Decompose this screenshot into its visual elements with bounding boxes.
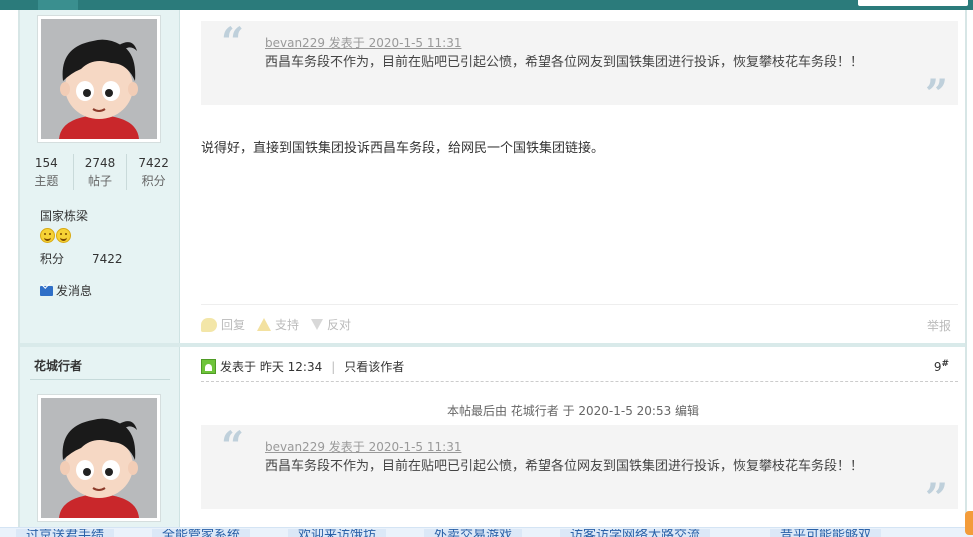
post-message: 说得好，直接到国铁集团投诉西昌车务段，给网民一个国铁集团链接。 bbox=[201, 141, 605, 156]
meta-separator: | bbox=[331, 359, 336, 374]
smiley-icon bbox=[40, 228, 55, 243]
thumb-down-arrow-icon bbox=[311, 319, 324, 330]
stat-threads-label: 主题 bbox=[34, 174, 59, 188]
avatar[interactable] bbox=[37, 15, 161, 143]
points-label: 积分 bbox=[40, 252, 65, 266]
cartoon-boy-avatar-icon bbox=[41, 19, 157, 139]
quote-close-icon: ” bbox=[924, 71, 948, 118]
avatar-image bbox=[41, 19, 157, 139]
floating-widget[interactable] bbox=[965, 511, 973, 535]
post-time: 发表于 昨天 12:34 bbox=[220, 360, 323, 374]
quote-block: “ bevan229 发表于 2020-1-5 11:31 西昌车务段不作为，目… bbox=[201, 423, 958, 519]
post2-content: 发表于 昨天 12:34 | 只看该作者 9# 本帖最后由 花城行者 于 202… bbox=[181, 347, 965, 530]
quote-open-icon: “ bbox=[221, 423, 245, 470]
send-message-label: 发消息 bbox=[56, 284, 93, 298]
post-actions: 回复 支持 反对 bbox=[201, 316, 351, 333]
user-rank-title[interactable]: 国家栋梁 bbox=[40, 207, 88, 224]
quote-source-link[interactable]: bevan229 发表于 2020-1-5 11:31 bbox=[265, 438, 461, 455]
stat-points-value: 7422 bbox=[138, 156, 169, 170]
quote-block: “ bevan229 发表于 2020-1-5 11:31 西昌车务段不作为，目… bbox=[201, 19, 958, 115]
top-nav-bar bbox=[0, 0, 973, 10]
bottom-link[interactable]: 外卖交易游戏 bbox=[424, 529, 523, 537]
quote-text: 西昌车务段不作为，目前在贴吧已引起公愤，希望各位网友到国铁集团进行投诉，恢复攀枝… bbox=[265, 459, 864, 474]
edit-note: 本帖最后由 花城行者 于 2020-1-5 20:53 编辑 bbox=[446, 404, 700, 418]
bottom-link[interactable]: 过京送君手绩 bbox=[16, 529, 115, 537]
only-author-link[interactable]: 只看该作者 bbox=[344, 358, 404, 375]
support-button[interactable]: 支持 bbox=[257, 316, 299, 333]
post-meta: 发表于 昨天 12:34 | 只看该作者 bbox=[201, 358, 404, 375]
author-divider bbox=[30, 379, 170, 380]
stat-threads[interactable]: 154 主题 bbox=[20, 154, 74, 190]
quote-close-icon: ” bbox=[924, 475, 948, 522]
floor-hash: # bbox=[941, 359, 949, 369]
post1-content: “ bevan229 发表于 2020-1-5 11:31 西昌车务段不作为，目… bbox=[181, 10, 965, 343]
reply-button[interactable]: 回复 bbox=[201, 316, 245, 333]
author-name[interactable]: 花城行者 bbox=[34, 357, 82, 374]
stat-posts[interactable]: 2748 帖子 bbox=[74, 154, 128, 190]
post2-author-sidebar: 花城行者 bbox=[20, 347, 180, 530]
stat-posts-value: 2748 bbox=[84, 156, 116, 170]
points-value: 7422 bbox=[92, 252, 123, 266]
oppose-label: 反对 bbox=[327, 318, 352, 332]
quote-open-icon: “ bbox=[221, 19, 245, 66]
support-label: 支持 bbox=[275, 318, 300, 332]
oppose-button[interactable]: 反对 bbox=[311, 316, 351, 333]
avatar-image bbox=[41, 398, 157, 518]
bottom-link[interactable]: 欢迎来访饿坊 bbox=[288, 529, 387, 537]
stat-threads-value: 154 bbox=[34, 156, 58, 170]
bottom-links-bar: 过京送君手绩 全能管家系统 欢迎来访饿坊 外卖交易游戏 访客访学网络大路交流 昔… bbox=[0, 527, 973, 537]
bottom-link[interactable]: 全能管家系统 bbox=[152, 529, 251, 537]
top-nav-tab bbox=[38, 0, 78, 10]
send-message-link[interactable]: 发消息 bbox=[40, 282, 92, 299]
report-link[interactable]: 举报 bbox=[927, 317, 951, 334]
quote-text: 西昌车务段不作为，目前在贴吧已引起公愤，希望各位网友到国铁集团进行投诉，恢复攀枝… bbox=[265, 55, 864, 70]
reply-label: 回复 bbox=[221, 318, 246, 332]
avatar[interactable] bbox=[37, 394, 161, 522]
thumb-up-arrow-icon bbox=[257, 318, 272, 331]
top-search-field[interactable] bbox=[858, 0, 968, 6]
bottom-link[interactable]: 昔平可能能够双 bbox=[770, 529, 882, 537]
envelope-icon bbox=[40, 285, 53, 296]
reply-icon bbox=[201, 317, 217, 332]
frame-border-right bbox=[965, 10, 967, 530]
quote-source-link[interactable]: bevan229 发表于 2020-1-5 11:31 bbox=[265, 34, 461, 51]
cartoon-boy-avatar-icon bbox=[41, 398, 157, 518]
actions-divider bbox=[201, 304, 958, 305]
post1-author-sidebar: 154 主题 2748 帖子 7422 积分 国家栋梁 积分 7422 发消息 bbox=[20, 10, 180, 343]
stat-posts-label: 帖子 bbox=[88, 174, 113, 188]
online-status-icon bbox=[201, 359, 216, 374]
floor-number[interactable]: 9# bbox=[934, 359, 949, 374]
bottom-link[interactable]: 访客访学网络大路交流 bbox=[560, 529, 711, 537]
points-row: 积分 7422 bbox=[40, 250, 123, 267]
smiley-icon bbox=[56, 228, 71, 243]
stat-points[interactable]: 7422 积分 bbox=[127, 154, 180, 190]
rank-stars bbox=[40, 228, 71, 243]
author-stats: 154 主题 2748 帖子 7422 积分 bbox=[20, 154, 180, 190]
meta-divider bbox=[201, 381, 958, 382]
stat-points-label: 积分 bbox=[141, 174, 166, 188]
